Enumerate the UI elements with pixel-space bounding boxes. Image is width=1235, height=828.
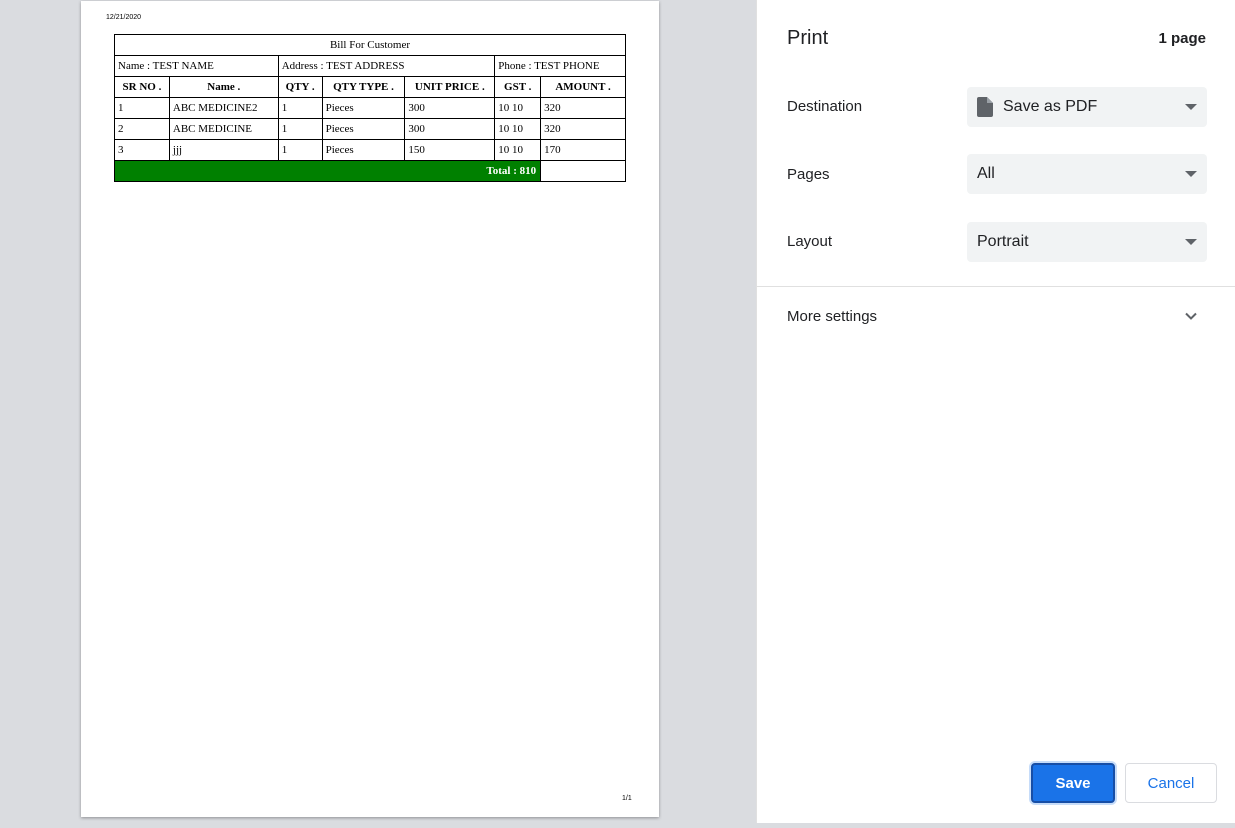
- cell-gst: 10 10: [494, 118, 542, 140]
- cell-unit-price: 150: [404, 139, 496, 161]
- layout-value: Portrait: [977, 233, 1029, 250]
- header-qty: QTY .: [277, 76, 323, 98]
- cell-name: jjj: [168, 139, 279, 161]
- header-amount: AMOUNT .: [540, 76, 626, 98]
- layout-select[interactable]: Portrait: [967, 222, 1207, 262]
- header-unit-price: UNIT PRICE .: [404, 76, 496, 98]
- table-row: 3 jjj 1 Pieces 150 10 10 170: [114, 139, 626, 161]
- chevron-down-icon: [1183, 308, 1199, 324]
- destination-select[interactable]: Save as PDF: [967, 87, 1207, 127]
- cell-amount: 170: [540, 139, 626, 161]
- file-icon: [977, 97, 993, 117]
- total-cell: Total : 810: [113, 160, 542, 182]
- header-gst: GST .: [494, 76, 542, 98]
- chevron-down-icon: [1185, 104, 1197, 110]
- more-settings-toggle[interactable]: More settings: [757, 296, 1235, 336]
- layout-label: Layout: [787, 233, 833, 250]
- page-date: 12/21/2020: [106, 14, 142, 21]
- bill-title: Bill For Customer: [114, 34, 626, 56]
- cell-qty: 1: [277, 118, 323, 140]
- print-preview-area: 12/21/2020 Bill For Customer Name : TEST…: [0, 0, 756, 828]
- more-settings-label: More settings: [787, 308, 878, 325]
- page-count: 1 page: [1158, 30, 1206, 47]
- customer-phone: Phone : TEST PHONE: [494, 55, 626, 77]
- bottom-strip: [0, 823, 1235, 828]
- destination-label: Destination: [787, 98, 863, 115]
- preview-page: 12/21/2020 Bill For Customer Name : TEST…: [81, 1, 659, 817]
- cell-gst: 10 10: [494, 139, 542, 161]
- cell-sr-no: 2: [114, 118, 170, 140]
- table-row: 1 ABC MEDICINE2 1 Pieces 300 10 10 320: [114, 97, 626, 119]
- cell-amount: 320: [540, 118, 626, 140]
- pages-label: Pages: [787, 166, 830, 183]
- save-button[interactable]: Save: [1031, 763, 1115, 803]
- print-title: Print: [787, 27, 829, 49]
- destination-value: Save as PDF: [1003, 98, 1098, 115]
- cell-unit-price: 300: [404, 97, 496, 119]
- header-name: Name .: [168, 76, 279, 98]
- customer-address: Address : TEST ADDRESS: [277, 55, 496, 77]
- cell-name: ABC MEDICINE2: [168, 97, 279, 119]
- cell-name: ABC MEDICINE: [168, 118, 279, 140]
- bill-table: Bill For Customer Name : TEST NAME Addre…: [113, 34, 626, 182]
- cell-amount: 320: [540, 97, 626, 119]
- total-empty-cell: [540, 160, 626, 182]
- cell-sr-no: 1: [114, 97, 170, 119]
- cell-qty-type: Pieces: [321, 118, 406, 140]
- header-qty-type: QTY TYPE .: [321, 76, 406, 98]
- divider: [757, 286, 1235, 287]
- cell-gst: 10 10: [494, 97, 542, 119]
- total-row: Total : 810: [113, 160, 626, 182]
- header-sr-no: SR NO .: [114, 76, 170, 98]
- pages-select[interactable]: All: [967, 154, 1207, 194]
- table-header-row: SR NO . Name . QTY . QTY TYPE . UNIT PRI…: [114, 76, 626, 98]
- pages-value: All: [977, 165, 995, 182]
- cancel-button[interactable]: Cancel: [1125, 763, 1217, 803]
- cell-qty-type: Pieces: [321, 139, 406, 161]
- cell-qty-type: Pieces: [321, 97, 406, 119]
- print-settings-sidebar: Print 1 page Destination Save as PDF Pag…: [756, 0, 1235, 828]
- table-row: 2 ABC MEDICINE 1 Pieces 300 10 10 320: [114, 118, 626, 140]
- cell-unit-price: 300: [404, 118, 496, 140]
- cell-sr-no: 3: [114, 139, 170, 161]
- cell-qty: 1: [277, 97, 323, 119]
- page-number: 1/1: [622, 795, 632, 802]
- customer-name: Name : TEST NAME: [114, 55, 279, 77]
- chevron-down-icon: [1185, 171, 1197, 177]
- cell-qty: 1: [277, 139, 323, 161]
- chevron-down-icon: [1185, 239, 1197, 245]
